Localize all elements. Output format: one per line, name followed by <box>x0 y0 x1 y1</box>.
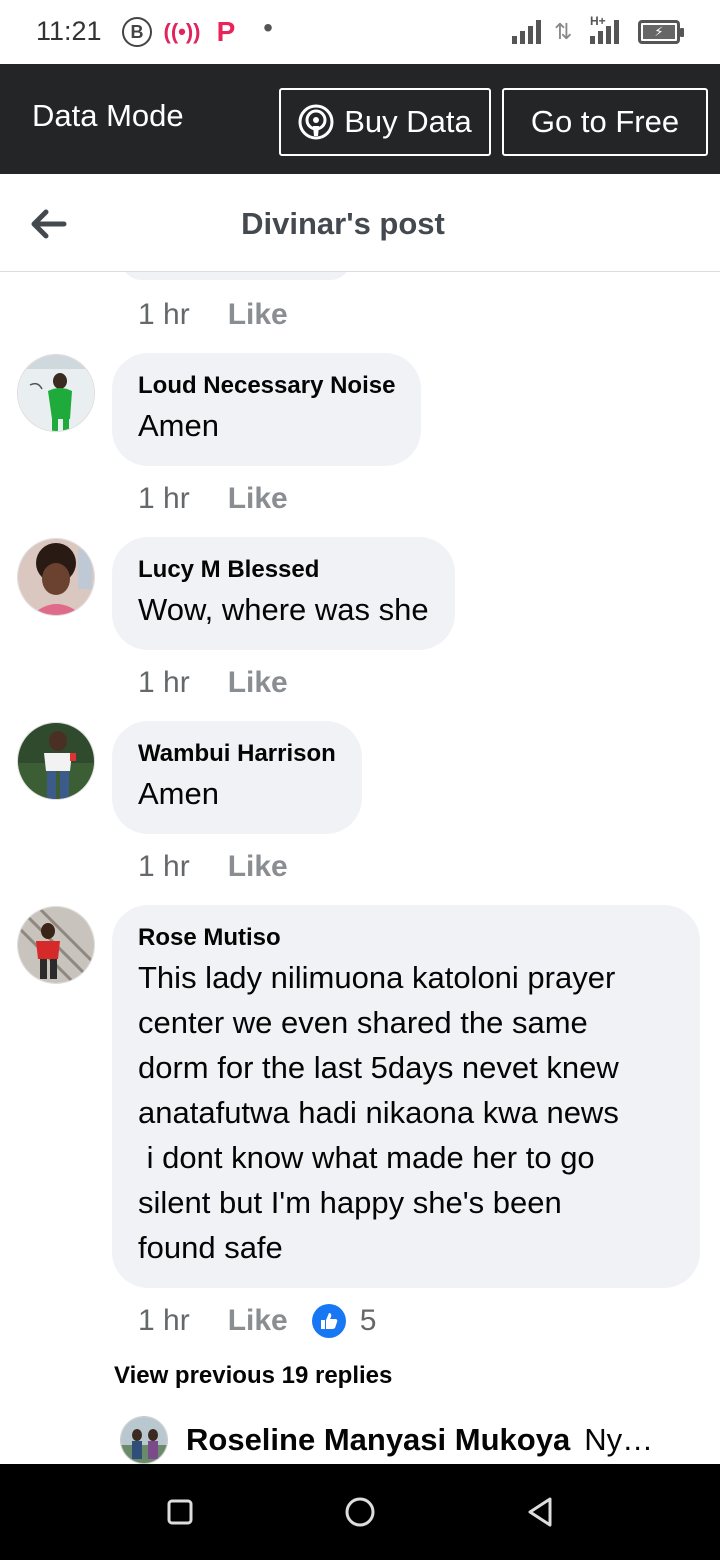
signal-icon <box>512 20 541 44</box>
comment-author[interactable]: Rose Mutiso <box>138 921 674 955</box>
comment-bubble[interactable]: Lucy M Blessed Wow, where was she <box>112 537 455 650</box>
dot-icon: • <box>263 12 273 43</box>
reply-snippet: Ny… <box>584 1422 654 1457</box>
reply-author[interactable]: Roseline Manyasi Mukoya <box>186 1422 570 1458</box>
comment-meta: 1 hr Like <box>138 850 288 884</box>
reaction-summary[interactable]: 5 <box>311 1304 377 1338</box>
data-mode-title: Data Mode <box>32 98 184 133</box>
avatar-image <box>18 539 94 615</box>
buy-data-button[interactable]: Buy Data <box>279 88 491 156</box>
data-arrows-icon: ⇅ <box>554 19 573 44</box>
avatar[interactable] <box>17 538 95 616</box>
status-time: 11:21 <box>36 16 102 46</box>
like-link[interactable]: Like <box>228 850 288 884</box>
like-link[interactable]: Like <box>228 298 288 332</box>
back-nav-icon[interactable] <box>522 1494 558 1530</box>
podcast-icon <box>298 104 334 140</box>
h-plus-signal-icon <box>590 20 619 44</box>
comment-text: This lady nilimuona katoloni prayer cent… <box>138 960 619 1265</box>
system-nav-bar <box>0 1464 720 1560</box>
reaction-count: 5 <box>359 1304 377 1337</box>
comment-text: Amen <box>138 776 219 811</box>
battery-charging-icon: ⚡ <box>638 20 684 44</box>
avatar-image <box>18 907 94 983</box>
go-to-free-label: Go to Free <box>530 104 680 139</box>
avatar-image <box>18 723 94 799</box>
comment-author[interactable]: Loud Necessary Noise <box>138 369 395 403</box>
avatar[interactable] <box>17 354 95 432</box>
comment-bubble[interactable]: Rose Mutiso This lady nilimuona katoloni… <box>112 905 700 1288</box>
comment-meta: 1 hr Like <box>138 666 288 700</box>
thumbs-up-icon <box>311 1304 346 1338</box>
page-title: Divinar's post <box>241 206 445 241</box>
like-link[interactable]: Like <box>228 666 288 700</box>
avatar[interactable] <box>17 906 95 984</box>
recording-icon: ((•)) <box>163 19 201 44</box>
comment-meta: 1 hr Like <box>138 298 288 332</box>
partial-comment-bubble <box>122 272 350 280</box>
home-icon[interactable] <box>342 1494 378 1530</box>
data-mode-bar: Data Mode Buy Data Go to Free <box>0 64 720 174</box>
avatar[interactable] <box>17 722 95 800</box>
comment-bubble[interactable]: Wambui Harrison Amen <box>112 721 362 834</box>
comment-time: 1 hr <box>138 298 190 331</box>
recent-apps-icon[interactable] <box>162 1494 198 1530</box>
comment-author[interactable]: Wambui Harrison <box>138 737 336 771</box>
comment-time: 1 hr <box>138 850 190 883</box>
status-bar: 11:21 B ((•)) P • ⇅ H+ ⚡ <box>0 0 720 64</box>
comment-meta: 1 hr Like 5 <box>138 1304 376 1338</box>
p-app-icon: P <box>216 16 236 47</box>
like-link[interactable]: Like <box>228 1304 288 1338</box>
comment-time: 1 hr <box>138 482 190 515</box>
go-to-free-button[interactable]: Go to Free <box>502 88 708 156</box>
comment-time: 1 hr <box>138 1304 190 1337</box>
comment-time: 1 hr <box>138 666 190 699</box>
comment-text: Wow, where was she <box>138 592 429 627</box>
post-header: Divinar's post <box>0 174 720 272</box>
avatar[interactable] <box>120 1416 168 1464</box>
reply-preview[interactable]: Roseline Manyasi Mukoya Ny… <box>120 1416 653 1464</box>
comment-text: Amen <box>138 408 219 443</box>
avatar-image <box>121 1417 167 1463</box>
comments-feed[interactable]: 1 hr Like Loud Necessary Noise Amen 1 hr… <box>0 272 720 1464</box>
comment-author[interactable]: Lucy M Blessed <box>138 553 429 587</box>
view-previous-replies-link[interactable]: View previous 19 replies <box>114 1362 392 1390</box>
avatar-image <box>18 355 94 431</box>
comment-meta: 1 hr Like <box>138 482 288 516</box>
buy-data-label: Buy Data <box>344 104 472 139</box>
like-link[interactable]: Like <box>228 482 288 516</box>
b-badge-icon: B <box>122 17 152 47</box>
comment-bubble[interactable]: Loud Necessary Noise Amen <box>112 353 422 466</box>
